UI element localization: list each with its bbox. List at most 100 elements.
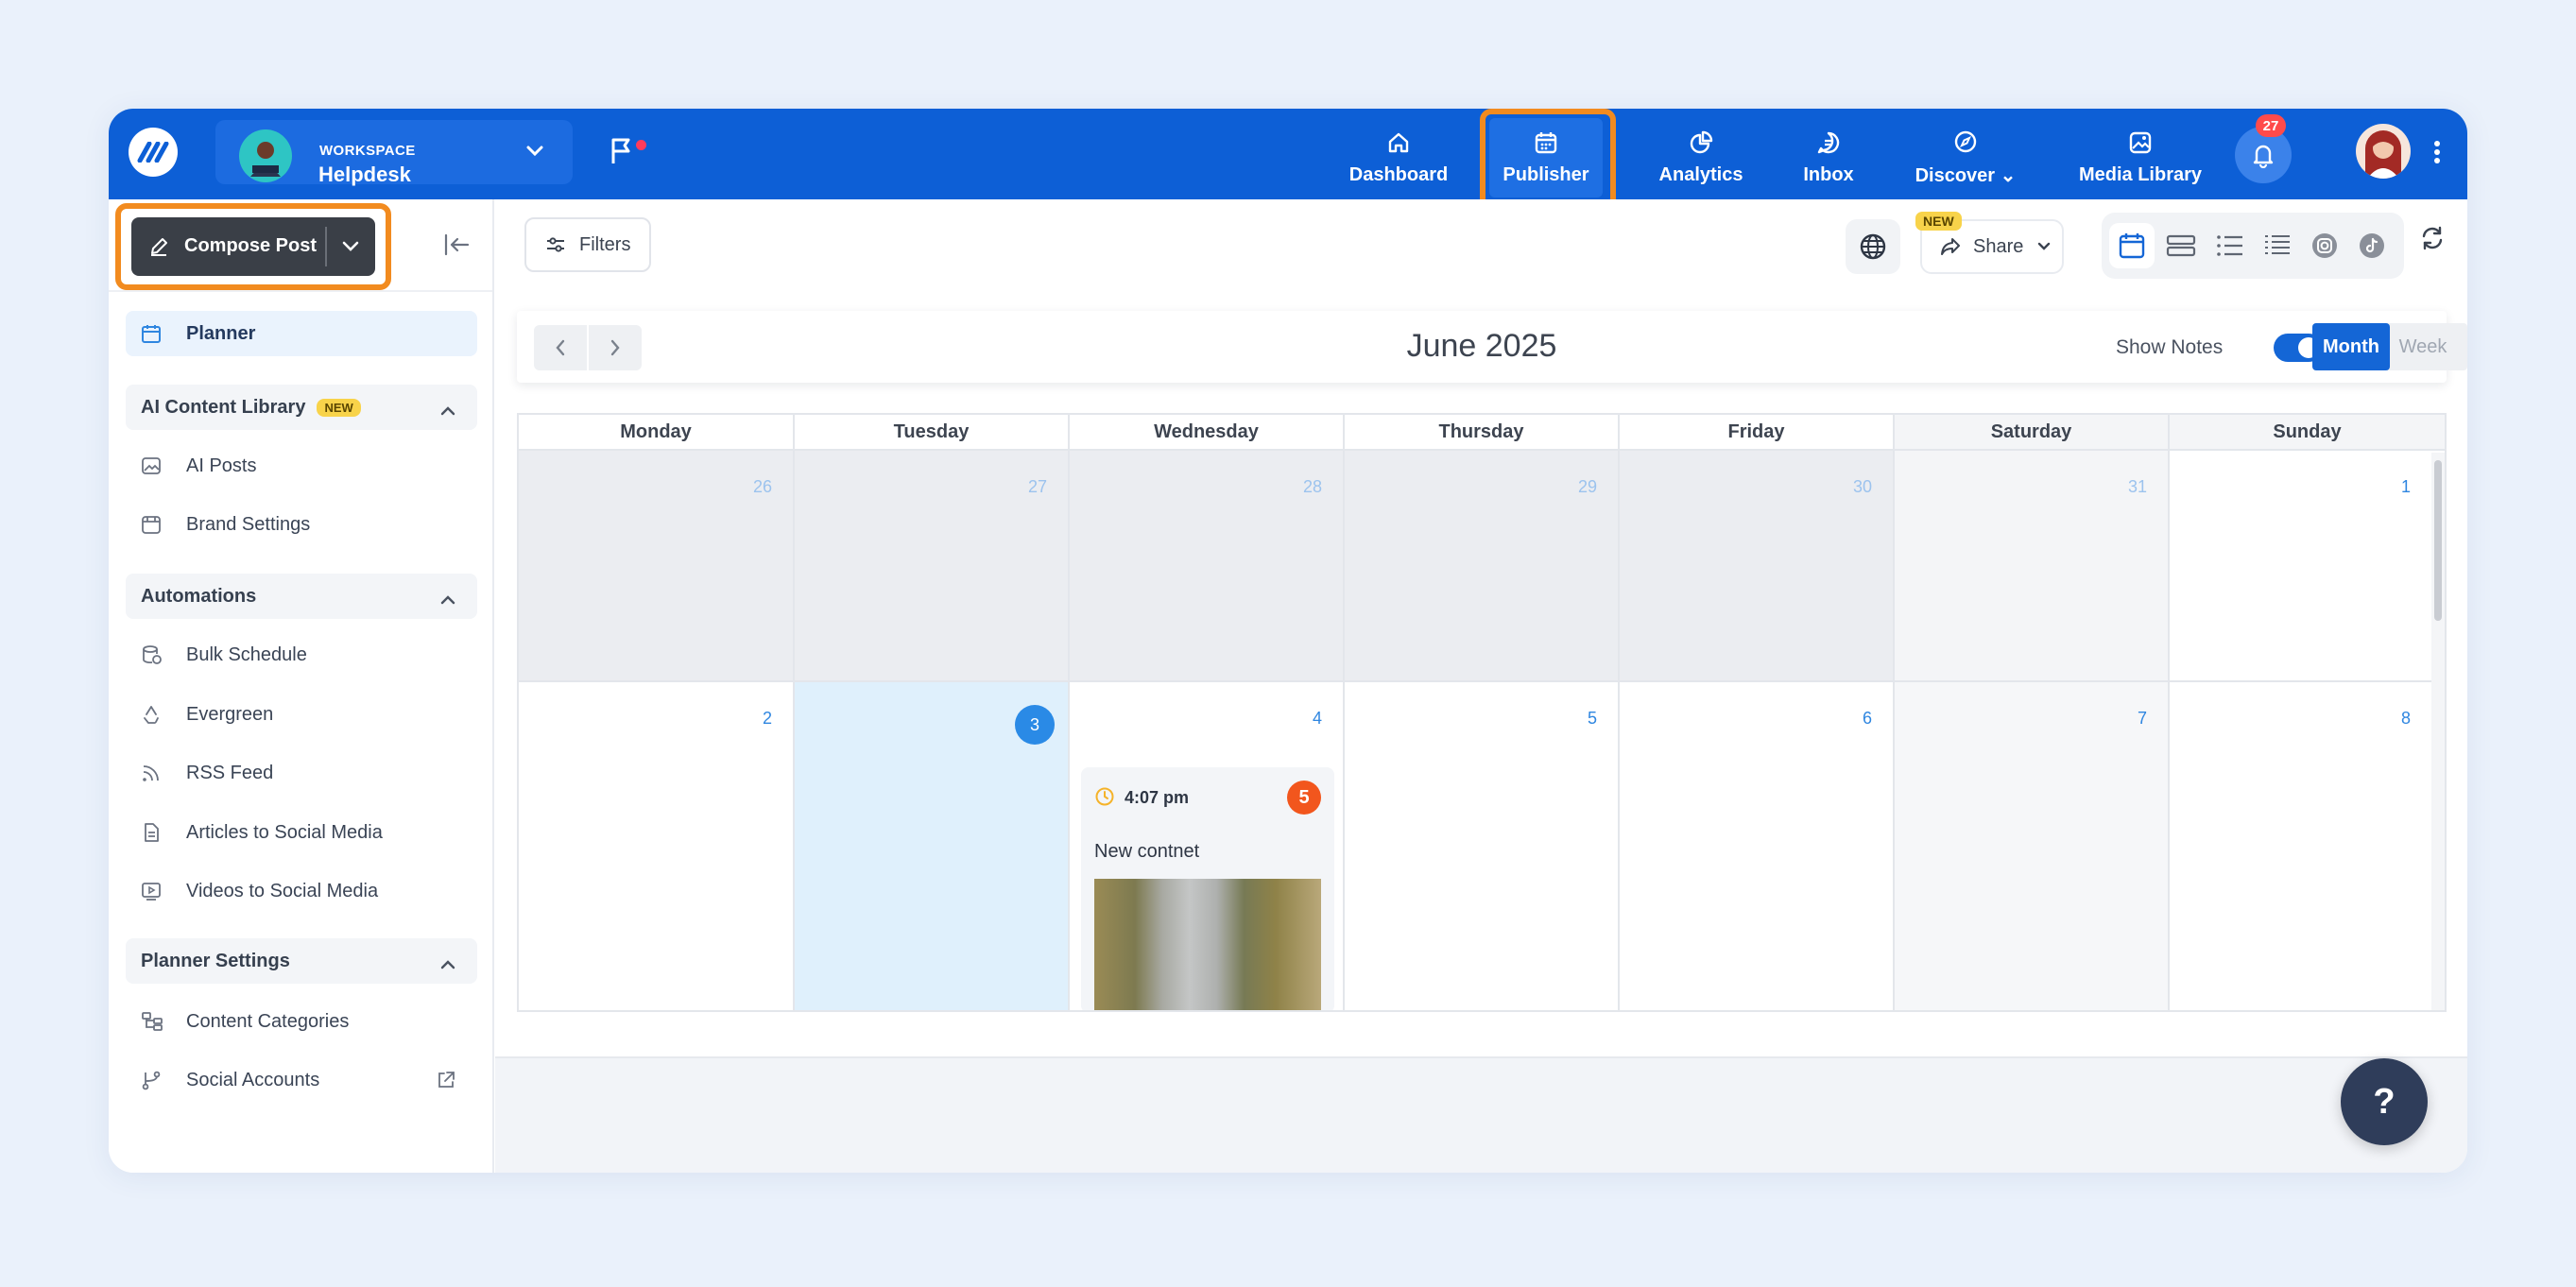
- notification-count-badge: 27: [2256, 114, 2286, 137]
- sidebar-item-label: Articles to Social Media: [186, 821, 383, 843]
- section-title: Planner Settings: [141, 950, 290, 971]
- day-number: 28: [1302, 477, 1322, 496]
- show-notes-label: Show Notes: [2116, 336, 2224, 358]
- flag-icon[interactable]: [610, 137, 634, 170]
- day-number: 1: [2400, 477, 2411, 496]
- sidebar-item-social-accounts[interactable]: Social Accounts: [126, 1057, 477, 1103]
- sidebar-item-content-categories[interactable]: Content Categories: [126, 999, 477, 1044]
- workspace-label: WORKSPACE: [319, 143, 416, 159]
- nav-dashboard[interactable]: Dashboard: [1337, 118, 1460, 197]
- new-badge: NEW: [317, 398, 361, 417]
- refresh-icon[interactable]: [2419, 225, 2446, 256]
- branch-icon: [141, 1070, 169, 1090]
- calendar-header: June 2025 Show Notes Month Week: [517, 311, 2467, 383]
- day-cell[interactable]: 6: [1620, 682, 1895, 1010]
- post-account-avatar: 5: [1287, 781, 1321, 815]
- sliders-icon: [547, 237, 564, 252]
- recycle-icon: [141, 704, 169, 725]
- database-icon: [141, 644, 169, 665]
- sidebar-item-rss-feed[interactable]: RSS Feed: [126, 750, 477, 796]
- sidebar-item-articles-to-social[interactable]: Articles to Social Media: [126, 810, 477, 855]
- sidebar-item-brand-settings[interactable]: Brand Settings: [126, 502, 477, 547]
- filters-button[interactable]: Filters: [524, 217, 651, 272]
- section-planner-settings[interactable]: Planner Settings: [126, 938, 477, 984]
- compose-highlight: [115, 203, 391, 290]
- instagram-view-button[interactable]: [2302, 223, 2347, 268]
- previous-month-button[interactable]: [534, 325, 587, 370]
- day-cell[interactable]: 26: [519, 451, 795, 682]
- day-cell[interactable]: 29: [1345, 451, 1620, 682]
- day-cell[interactable]: 28: [1070, 451, 1345, 682]
- month-view-button[interactable]: Month: [2312, 323, 2390, 370]
- filters-label: Filters: [579, 233, 631, 255]
- external-link-icon: [436, 1070, 456, 1096]
- view-switcher: [2102, 213, 2404, 279]
- compact-list-view-button[interactable]: [2255, 223, 2300, 268]
- day-number: 27: [1027, 477, 1047, 496]
- main-area: Filters Share NEW June 2025 Show Notes M…: [495, 199, 2467, 1173]
- chevron-down-icon: [525, 145, 544, 163]
- day-cell[interactable]: 4 4:07 pm 5 New contnet: [1070, 682, 1345, 1010]
- workspace-avatar: [239, 129, 292, 182]
- sidebar-item-label: Planner: [186, 322, 256, 344]
- help-button[interactable]: ?: [2341, 1058, 2428, 1145]
- today-indicator: 3: [1015, 705, 1055, 745]
- day-cell[interactable]: 30: [1620, 451, 1895, 682]
- weekday-header: Wednesday: [1070, 415, 1345, 451]
- sidebar-item-ai-posts[interactable]: AI Posts: [126, 443, 477, 489]
- nav-discover[interactable]: Discover ⌄: [1895, 118, 2036, 197]
- day-number: 5: [1587, 709, 1597, 728]
- scrollbar-thumb[interactable]: [2434, 460, 2442, 621]
- more-options-icon[interactable]: [2433, 139, 2441, 170]
- chat-icon: [1817, 131, 1840, 153]
- calendar-view-button[interactable]: [2109, 223, 2155, 268]
- sidebar-item-label: Brand Settings: [186, 513, 311, 535]
- nav-analytics[interactable]: Analytics: [1640, 118, 1762, 197]
- day-cell-today[interactable]: 3: [795, 682, 1070, 1010]
- day-cell[interactable]: 7: [1895, 682, 2170, 1010]
- collapse-sidebar-icon[interactable]: [443, 233, 470, 261]
- grid-view-button[interactable]: [2158, 223, 2204, 268]
- share-icon: [1941, 238, 1960, 255]
- timezone-button[interactable]: [1846, 219, 1900, 274]
- workspace-switcher[interactable]: WORKSPACE Helpdesk: [215, 120, 573, 186]
- tiktok-view-button[interactable]: [2349, 223, 2395, 268]
- sidebar-item-planner[interactable]: Planner: [126, 311, 477, 356]
- next-month-button[interactable]: [589, 325, 642, 370]
- list-view-button[interactable]: [2207, 223, 2253, 268]
- document-icon: [141, 822, 169, 843]
- app-logo[interactable]: [129, 128, 178, 177]
- day-cell[interactable]: 5: [1345, 682, 1620, 1010]
- sidebar-item-videos-to-social[interactable]: Videos to Social Media: [126, 868, 477, 914]
- nav-inbox[interactable]: Inbox: [1781, 118, 1876, 197]
- section-automations[interactable]: Automations: [126, 574, 477, 619]
- nav-media-library[interactable]: Media Library: [2055, 118, 2225, 197]
- day-cell[interactable]: 31: [1895, 451, 2170, 682]
- user-avatar[interactable]: [2356, 124, 2411, 179]
- image-sparkle-icon: [141, 455, 169, 476]
- publisher-highlight: [1480, 109, 1616, 213]
- sidebar-item-bulk-schedule[interactable]: Bulk Schedule: [126, 632, 477, 678]
- day-cell[interactable]: 8: [2170, 682, 2431, 1010]
- day-cell[interactable]: 1: [2170, 451, 2431, 682]
- day-cell[interactable]: 27: [795, 451, 1070, 682]
- store-icon: [141, 514, 169, 535]
- post-card[interactable]: 4:07 pm 5 New contnet: [1081, 767, 1334, 1010]
- day-cell[interactable]: 2: [519, 682, 795, 1010]
- week-view-button[interactable]: Week: [2390, 323, 2456, 370]
- chevron-down-icon: [2038, 242, 2051, 250]
- bell-icon: [2253, 145, 2274, 168]
- day-number: 29: [1577, 477, 1597, 496]
- planner-panel: Filters Share NEW June 2025 Show Notes M…: [495, 199, 2467, 1058]
- chevron-up-icon: [439, 590, 456, 611]
- weekday-header: Friday: [1620, 415, 1895, 451]
- home-icon: [1388, 132, 1409, 152]
- sidebar-item-label: Bulk Schedule: [186, 644, 307, 665]
- flag-notification-dot: [636, 140, 646, 150]
- chevron-up-icon: [439, 401, 456, 422]
- app-window: WORKSPACE Helpdesk Dashboard Publisher A…: [109, 109, 2467, 1173]
- nav-label-with-chevron: Discover ⌄: [1915, 164, 2017, 186]
- weekday-header: Thursday: [1345, 415, 1620, 451]
- section-ai-content-library[interactable]: AI Content Library NEW: [126, 385, 477, 430]
- sidebar-item-evergreen[interactable]: Evergreen: [126, 692, 477, 737]
